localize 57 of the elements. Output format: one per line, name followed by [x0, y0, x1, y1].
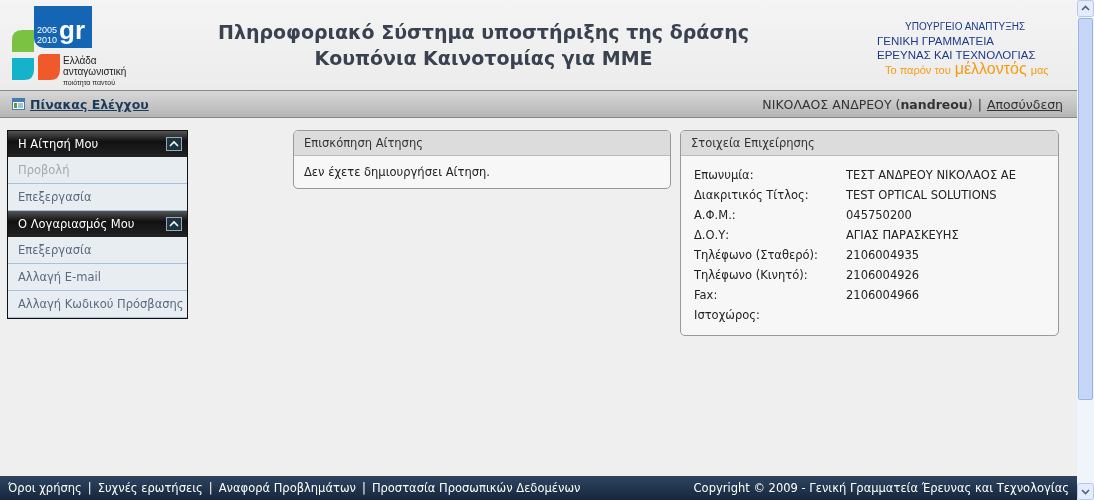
field-label: Επωνυμία:: [694, 168, 755, 182]
panel-title: Επισκόπηση Αίτησης: [304, 136, 423, 150]
separator-text: |: [977, 96, 982, 112]
slogan-text: μέλλοντός: [954, 61, 1027, 76]
logout-link[interactable]: Αποσύνδεση: [986, 96, 1063, 112]
ministry-text: ΥΠΟΥΡΓΕΙΟ ΑΝΑΠΤΥΞΗΣ: [904, 19, 1026, 34]
scroll-thumb[interactable]: [1078, 18, 1093, 400]
field-label: Δ.Ο.Υ:: [694, 228, 731, 242]
logo-text: gr: [59, 15, 87, 45]
panel-title: Στοιχεία Επιχείρησης: [691, 136, 815, 150]
menu-section-header[interactable]: Η Αίτησή Μου: [8, 131, 187, 157]
separator-text: |: [208, 481, 213, 495]
menu-section-header[interactable]: Ο Λογαριασμός Μου: [8, 211, 187, 237]
copyright-text: Copyright © 2009 - Γενική Γραμματεία Έρευνας και Τεχνολογίας: [693, 481, 1069, 495]
slogan-text: μας: [1030, 62, 1049, 77]
ministry-text: ΓΕΝΙΚΗ ΓΡΑΜΜΑΤΕΙΑ: [877, 33, 995, 48]
logo-year: 2005: [37, 25, 58, 35]
field-value: ΤΕΣΤ ΑΝΔΡΕΟΥ ΝΙΚΟΛΑΟΣ ΑΕ: [846, 168, 1017, 182]
ministry-text: ΕΡΕΥΝΑΣ ΚΑΙ ΤΕΧΝΟΛΟΓΙΑΣ: [877, 47, 1036, 61]
separator-text: |: [87, 481, 92, 495]
field-value: 2106004935: [846, 248, 921, 262]
field-label: Α.Φ.Μ.:: [694, 208, 737, 222]
dashboard-link[interactable]: Πίνακας Ελέγχου: [30, 96, 149, 112]
field-label: Τηλέφωνο (Κινητό):: [694, 268, 809, 282]
menu-section-title: Ο Λογαριασμός Μου: [18, 217, 135, 231]
field-value: 045750200: [846, 208, 913, 222]
logo-year: 2010: [37, 35, 58, 45]
field-value: ΑΓΙΑΣ ΠΑΡΑΣΚΕΥΗΣ: [846, 228, 960, 242]
system-title: Κουπόνια Καινοτομίας για ΜΜΕ: [314, 46, 653, 71]
footer-link[interactable]: Συχνές ερωτήσεις: [97, 481, 203, 495]
menu-item[interactable]: Αλλαγή Κωδικού Πρόσβασης: [8, 291, 187, 318]
field-label: Fax:: [694, 288, 719, 302]
field-value: 2106004926: [846, 268, 921, 282]
empty-message: Δεν έχετε δημιουργήσει Αίτηση.: [304, 165, 490, 179]
collapse-icon[interactable]: [166, 217, 182, 231]
separator-text: |: [362, 481, 366, 495]
menu-item[interactable]: Αλλαγή E-mail: [8, 264, 187, 291]
scroll-up-icon[interactable]: [1077, 0, 1094, 17]
field-label: Τηλέφωνο (Σταθερό):: [694, 248, 819, 262]
field-value: 2106004966: [846, 288, 921, 302]
menu-section-title: Η Αίτησή Μου: [18, 137, 99, 151]
system-title: Πληροφοριακό Σύστημα υποστήριξης της δράσης: [218, 20, 749, 45]
scrollbar[interactable]: [1077, 0, 1094, 500]
footer-link[interactable]: Προστασία Προσωπικών Δεδομένων: [371, 481, 581, 495]
dashboard-icon: [12, 98, 25, 110]
collapse-icon[interactable]: [166, 137, 182, 151]
footer-link[interactable]: Αναφορά Προβλημάτων: [218, 481, 356, 495]
scroll-down-icon[interactable]: [1077, 483, 1094, 500]
menu-item[interactable]: Επεξεργασία: [8, 237, 187, 264]
field-label: Διακριτικός Τίτλος:: [694, 188, 810, 202]
footer-link[interactable]: Όροι χρήσης: [8, 481, 82, 495]
field-label: Ιστοχώρος:: [694, 308, 761, 322]
user-name: ΝΙΚΟΛΑΟΣ ΑΝΔΡΕΟΥ (nandreou): [762, 96, 973, 112]
logo-text: ανταγωνιστική: [63, 66, 127, 77]
field-value: TEST OPTICAL SOLUTIONS: [846, 188, 998, 202]
logo-text: Ελλάδα: [63, 55, 98, 66]
slogan-text: Το παρόν του: [885, 62, 951, 77]
